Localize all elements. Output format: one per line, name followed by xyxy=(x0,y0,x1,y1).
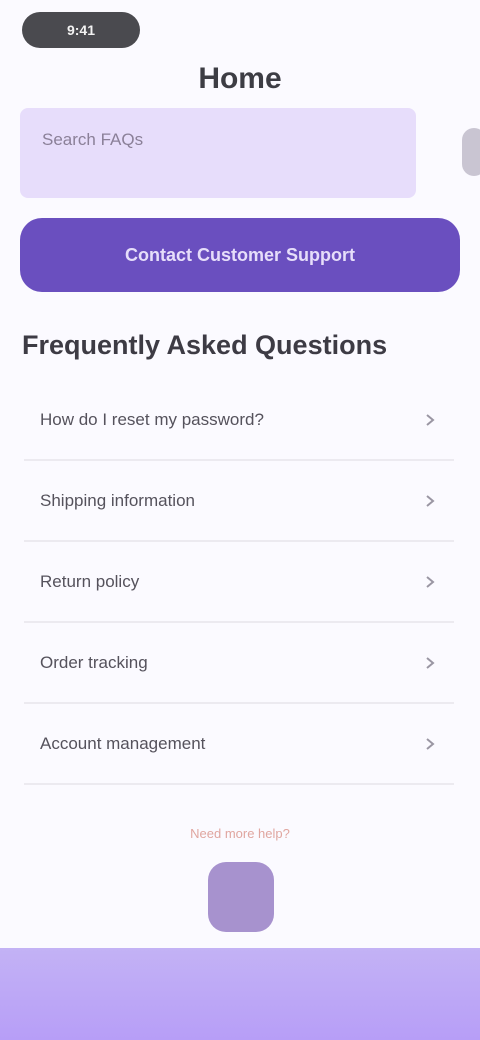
faq-question: Shipping information xyxy=(40,490,195,510)
faq-item[interactable]: Account management xyxy=(24,704,454,785)
chevron-right-icon xyxy=(426,575,435,588)
floating-action-button[interactable] xyxy=(208,862,274,932)
side-handle[interactable] xyxy=(462,128,480,176)
contact-support-button[interactable]: Contact Customer Support xyxy=(20,218,460,292)
page-title: Home xyxy=(198,62,282,95)
search-input[interactable]: Search FAQs xyxy=(20,108,416,198)
faq-item[interactable]: Return policy xyxy=(24,542,454,623)
chevron-right-icon xyxy=(426,656,435,669)
faq-item[interactable]: Order tracking xyxy=(24,623,454,704)
faq-question: Account management xyxy=(40,733,206,753)
faq-question: Order tracking xyxy=(40,652,148,672)
faq-item[interactable]: Shipping information xyxy=(24,461,454,542)
faq-question: How do I reset my password? xyxy=(40,409,264,429)
faq-question: Return policy xyxy=(40,571,140,591)
faq-list: How do I reset my password? Shipping inf… xyxy=(24,380,454,785)
status-time: 9:41 xyxy=(22,12,140,48)
footer-text: Need more help? xyxy=(190,826,290,841)
chevron-right-icon xyxy=(426,413,435,426)
bottom-bar xyxy=(0,948,480,1040)
chevron-right-icon xyxy=(426,494,435,507)
chevron-right-icon xyxy=(426,737,435,750)
faq-heading: Frequently Asked Questions xyxy=(22,330,388,360)
faq-item[interactable]: How do I reset my password? xyxy=(24,380,454,461)
